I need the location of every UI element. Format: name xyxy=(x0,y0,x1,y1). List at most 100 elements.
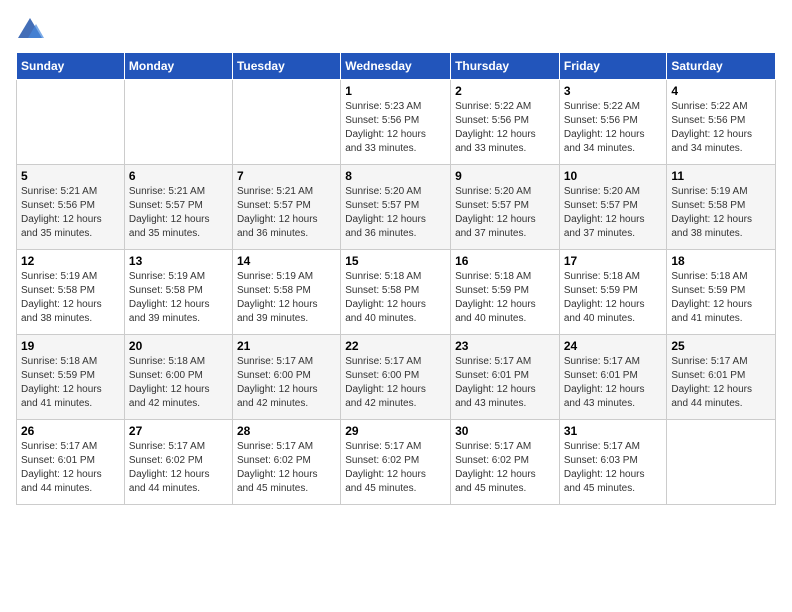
day-number: 22 xyxy=(345,339,446,353)
day-number: 24 xyxy=(564,339,663,353)
calendar-cell: 29 Sunrise: 5:17 AM Sunset: 6:02 PM Dayli… xyxy=(341,420,451,505)
day-number: 2 xyxy=(455,84,555,98)
calendar-cell: 28 Sunrise: 5:17 AM Sunset: 6:02 PM Dayli… xyxy=(232,420,340,505)
column-header-sunday: Sunday xyxy=(17,53,125,80)
day-info: Sunrise: 5:18 AM Sunset: 5:59 PM Dayligh… xyxy=(455,270,555,326)
calendar-cell: 18 Sunrise: 5:18 AM Sunset: 5:59 PM Dayli… xyxy=(667,250,776,335)
day-number: 1 xyxy=(345,84,446,98)
day-info: Sunrise: 5:17 AM Sunset: 6:02 PM Dayligh… xyxy=(345,440,446,496)
day-number: 9 xyxy=(455,169,555,183)
day-number: 5 xyxy=(21,169,120,183)
day-number: 21 xyxy=(237,339,336,353)
day-info: Sunrise: 5:22 AM Sunset: 5:56 PM Dayligh… xyxy=(455,100,555,156)
calendar-cell: 8Sunrise: 5:20 AM Sunset: 5:57 PM Daylig… xyxy=(341,165,451,250)
calendar-cell: 12 Sunrise: 5:19 AM Sunset: 5:58 PM Dayli… xyxy=(17,250,125,335)
day-info: Sunrise: 5:17 AM Sunset: 6:01 PM Dayligh… xyxy=(455,355,555,411)
calendar-body: 1 Sunrise: 5:23 AM Sunset: 5:56 PM Daylig… xyxy=(17,80,776,505)
day-number: 31 xyxy=(564,424,663,438)
day-number: 25 xyxy=(671,339,771,353)
calendar-cell xyxy=(124,80,232,165)
day-info: Sunrise: 5:17 AM Sunset: 6:01 PM Dayligh… xyxy=(671,355,771,411)
calendar-cell: 9 Sunrise: 5:20 AM Sunset: 5:57 PM Daylig… xyxy=(451,165,560,250)
calendar-cell: 11 Sunrise: 5:19 AM Sunset: 5:58 PM Dayli… xyxy=(667,165,776,250)
day-info: Sunrise: 5:22 AM Sunset: 5:56 PM Dayligh… xyxy=(671,100,771,156)
day-info: Sunrise: 5:19 AM Sunset: 5:58 PM Dayligh… xyxy=(129,270,228,326)
day-number: 18 xyxy=(671,254,771,268)
calendar-cell: 2 Sunrise: 5:22 AM Sunset: 5:56 PM Daylig… xyxy=(451,80,560,165)
calendar-cell: 23 Sunrise: 5:17 AM Sunset: 6:01 PM Dayli… xyxy=(451,335,560,420)
day-info: Sunrise: 5:19 AM Sunset: 5:58 PM Dayligh… xyxy=(671,185,771,241)
calendar-cell: 21 Sunrise: 5:17 AM Sunset: 6:00 PM Dayli… xyxy=(232,335,340,420)
week-row-2: 5 Sunrise: 5:21 AM Sunset: 5:56 PM Daylig… xyxy=(17,165,776,250)
day-number: 17 xyxy=(564,254,663,268)
day-number: 6 xyxy=(129,169,228,183)
day-number: 14 xyxy=(237,254,336,268)
calendar-cell: 16 Sunrise: 5:18 AM Sunset: 5:59 PM Dayli… xyxy=(451,250,560,335)
calendar-cell: 1 Sunrise: 5:23 AM Sunset: 5:56 PM Daylig… xyxy=(341,80,451,165)
column-header-wednesday: Wednesday xyxy=(341,53,451,80)
logo xyxy=(16,16,46,44)
day-info: Sunrise: 5:18 AM Sunset: 5:59 PM Dayligh… xyxy=(21,355,120,411)
calendar-cell: 5 Sunrise: 5:21 AM Sunset: 5:56 PM Daylig… xyxy=(17,165,125,250)
calendar-cell: 22Sunrise: 5:17 AM Sunset: 6:00 PM Dayli… xyxy=(341,335,451,420)
column-header-tuesday: Tuesday xyxy=(232,53,340,80)
day-number: 28 xyxy=(237,424,336,438)
day-info: Sunrise: 5:20 AM Sunset: 5:57 PM Dayligh… xyxy=(564,185,663,241)
day-info: Sunrise: 5:17 AM Sunset: 6:03 PM Dayligh… xyxy=(564,440,663,496)
day-number: 16 xyxy=(455,254,555,268)
calendar-cell: 27 Sunrise: 5:17 AM Sunset: 6:02 PM Dayli… xyxy=(124,420,232,505)
day-number: 20 xyxy=(129,339,228,353)
calendar-cell xyxy=(232,80,340,165)
calendar-cell: 31 Sunrise: 5:17 AM Sunset: 6:03 PM Dayli… xyxy=(559,420,667,505)
day-number: 4 xyxy=(671,84,771,98)
day-info: Sunrise: 5:18 AM Sunset: 6:00 PM Dayligh… xyxy=(129,355,228,411)
day-info: Sunrise: 5:17 AM Sunset: 6:02 PM Dayligh… xyxy=(455,440,555,496)
day-info: Sunrise: 5:21 AM Sunset: 5:56 PM Dayligh… xyxy=(21,185,120,241)
calendar-cell: 6 Sunrise: 5:21 AM Sunset: 5:57 PM Daylig… xyxy=(124,165,232,250)
calendar-cell: 26 Sunrise: 5:17 AM Sunset: 6:01 PM Dayli… xyxy=(17,420,125,505)
column-header-saturday: Saturday xyxy=(667,53,776,80)
column-header-friday: Friday xyxy=(559,53,667,80)
calendar-header-row: SundayMondayTuesdayWednesdayThursdayFrid… xyxy=(17,53,776,80)
calendar-cell: 20 Sunrise: 5:18 AM Sunset: 6:00 PM Dayli… xyxy=(124,335,232,420)
day-number: 11 xyxy=(671,169,771,183)
day-info: Sunrise: 5:18 AM Sunset: 5:59 PM Dayligh… xyxy=(671,270,771,326)
day-info: Sunrise: 5:17 AM Sunset: 6:00 PM Dayligh… xyxy=(237,355,336,411)
calendar-cell xyxy=(667,420,776,505)
day-number: 13 xyxy=(129,254,228,268)
day-info: Sunrise: 5:18 AM Sunset: 5:58 PM Dayligh… xyxy=(345,270,446,326)
day-number: 23 xyxy=(455,339,555,353)
day-info: Sunrise: 5:23 AM Sunset: 5:56 PM Dayligh… xyxy=(345,100,446,156)
day-info: Sunrise: 5:17 AM Sunset: 6:02 PM Dayligh… xyxy=(237,440,336,496)
day-info: Sunrise: 5:20 AM Sunset: 5:57 PM Dayligh… xyxy=(455,185,555,241)
day-info: Sunrise: 5:17 AM Sunset: 6:02 PM Dayligh… xyxy=(129,440,228,496)
calendar-cell: 10 Sunrise: 5:20 AM Sunset: 5:57 PM Dayli… xyxy=(559,165,667,250)
day-info: Sunrise: 5:19 AM Sunset: 5:58 PM Dayligh… xyxy=(21,270,120,326)
calendar-cell: 17Sunrise: 5:18 AM Sunset: 5:59 PM Dayli… xyxy=(559,250,667,335)
day-number: 3 xyxy=(564,84,663,98)
day-number: 19 xyxy=(21,339,120,353)
logo-icon xyxy=(16,16,44,44)
week-row-5: 26 Sunrise: 5:17 AM Sunset: 6:01 PM Dayli… xyxy=(17,420,776,505)
day-number: 26 xyxy=(21,424,120,438)
day-info: Sunrise: 5:22 AM Sunset: 5:56 PM Dayligh… xyxy=(564,100,663,156)
calendar-cell: 30Sunrise: 5:17 AM Sunset: 6:02 PM Dayli… xyxy=(451,420,560,505)
page-header xyxy=(16,16,776,44)
week-row-4: 19 Sunrise: 5:18 AM Sunset: 5:59 PM Dayli… xyxy=(17,335,776,420)
calendar-cell: 15Sunrise: 5:18 AM Sunset: 5:58 PM Dayli… xyxy=(341,250,451,335)
calendar-cell: 24Sunrise: 5:17 AM Sunset: 6:01 PM Dayli… xyxy=(559,335,667,420)
day-info: Sunrise: 5:21 AM Sunset: 5:57 PM Dayligh… xyxy=(129,185,228,241)
calendar-cell: 7Sunrise: 5:21 AM Sunset: 5:57 PM Daylig… xyxy=(232,165,340,250)
day-info: Sunrise: 5:17 AM Sunset: 6:01 PM Dayligh… xyxy=(21,440,120,496)
day-info: Sunrise: 5:21 AM Sunset: 5:57 PM Dayligh… xyxy=(237,185,336,241)
day-number: 27 xyxy=(129,424,228,438)
day-number: 10 xyxy=(564,169,663,183)
day-number: 29 xyxy=(345,424,446,438)
day-number: 8 xyxy=(345,169,446,183)
week-row-1: 1 Sunrise: 5:23 AM Sunset: 5:56 PM Daylig… xyxy=(17,80,776,165)
calendar-cell: 19 Sunrise: 5:18 AM Sunset: 5:59 PM Dayli… xyxy=(17,335,125,420)
column-header-thursday: Thursday xyxy=(451,53,560,80)
day-number: 12 xyxy=(21,254,120,268)
calendar-cell xyxy=(17,80,125,165)
calendar-table: SundayMondayTuesdayWednesdayThursdayFrid… xyxy=(16,52,776,505)
